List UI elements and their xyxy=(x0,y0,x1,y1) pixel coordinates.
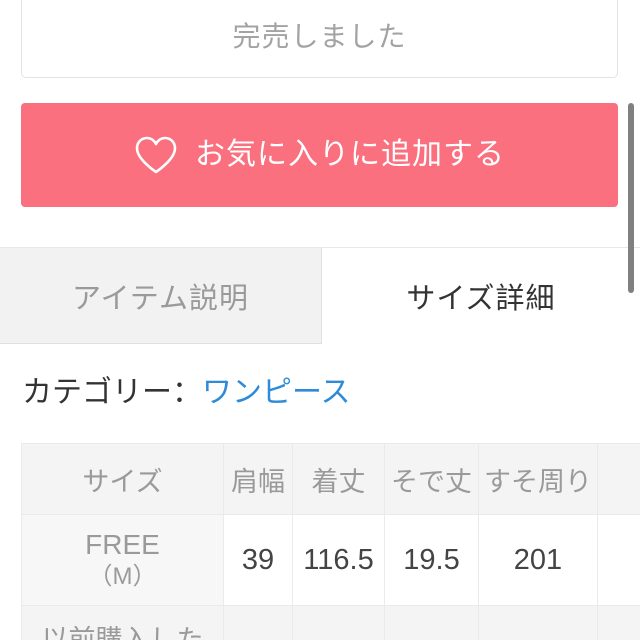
table-cell-shoulder xyxy=(223,605,293,640)
heart-outline-icon xyxy=(134,135,178,175)
category-row: カテゴリー：ワンピース xyxy=(22,378,351,408)
table-row: FREE （M） 39 116.5 19.5 201 9 xyxy=(21,514,640,606)
vertical-scrollbar-thumb[interactable] xyxy=(628,103,634,293)
add-to-favorites-button[interactable]: お気に入りに追加する xyxy=(21,103,618,207)
size-table: サイズ 肩幅 着丈 そで丈 すそ周り 胸 FREE （M） 39 116.5 1… xyxy=(21,443,640,640)
table-cell-size-sub: （M） xyxy=(88,563,157,591)
table-cell-length: 116.5 xyxy=(292,514,385,606)
product-detail-page: 完売しました お気に入りに追加する アイテム説明 サイズ詳細 カテゴリー：ワンピ… xyxy=(0,0,640,640)
size-table-body: FREE （M） 39 116.5 19.5 201 9 以前購入した xyxy=(21,514,640,640)
table-row: 以前購入した xyxy=(21,605,640,640)
table-cell-hem: 201 xyxy=(478,514,598,606)
table-header-hem: すそ周り xyxy=(478,443,598,515)
table-cell-sleeve: 19.5 xyxy=(384,514,479,606)
tab-item-description-label: アイテム説明 xyxy=(71,282,250,315)
table-cell-size-main: FREE xyxy=(85,529,160,561)
tab-item-description[interactable]: アイテム説明 xyxy=(0,248,322,344)
table-header-sleeve: そで丈 xyxy=(384,443,479,515)
table-cell-size: 以前購入した xyxy=(21,605,224,640)
tab-size-details-label: サイズ詳細 xyxy=(406,283,556,315)
table-header-size: サイズ xyxy=(21,443,224,515)
table-cell-shoulder: 39 xyxy=(223,514,293,606)
add-to-favorites-label: お気に入りに追加する xyxy=(195,138,505,171)
vertical-scrollbar-track[interactable] xyxy=(628,0,640,640)
table-header-row: サイズ 肩幅 着丈 そで丈 すそ周り 胸 xyxy=(21,443,640,515)
category-label: カテゴリー： xyxy=(22,376,202,409)
table-cell-size: FREE （M） xyxy=(21,514,224,606)
table-cell-sleeve xyxy=(384,605,479,640)
sold-out-box: 完売しました xyxy=(21,0,618,78)
sold-out-label: 完売しました xyxy=(232,21,407,52)
table-header-length: 着丈 xyxy=(292,443,385,515)
table-cell-hem xyxy=(478,605,598,640)
category-link[interactable]: ワンピース xyxy=(202,376,351,409)
size-table-head: サイズ 肩幅 着丈 そで丈 すそ周り 胸 xyxy=(21,443,640,515)
detail-tabs: アイテム説明 サイズ詳細 xyxy=(0,248,640,344)
table-header-shoulder: 肩幅 xyxy=(223,443,293,515)
table-cell-length xyxy=(292,605,385,640)
tab-size-details[interactable]: サイズ詳細 xyxy=(322,248,640,344)
size-table-scroll-area[interactable]: サイズ 肩幅 着丈 そで丈 すそ周り 胸 FREE （M） 39 116.5 1… xyxy=(21,443,640,640)
